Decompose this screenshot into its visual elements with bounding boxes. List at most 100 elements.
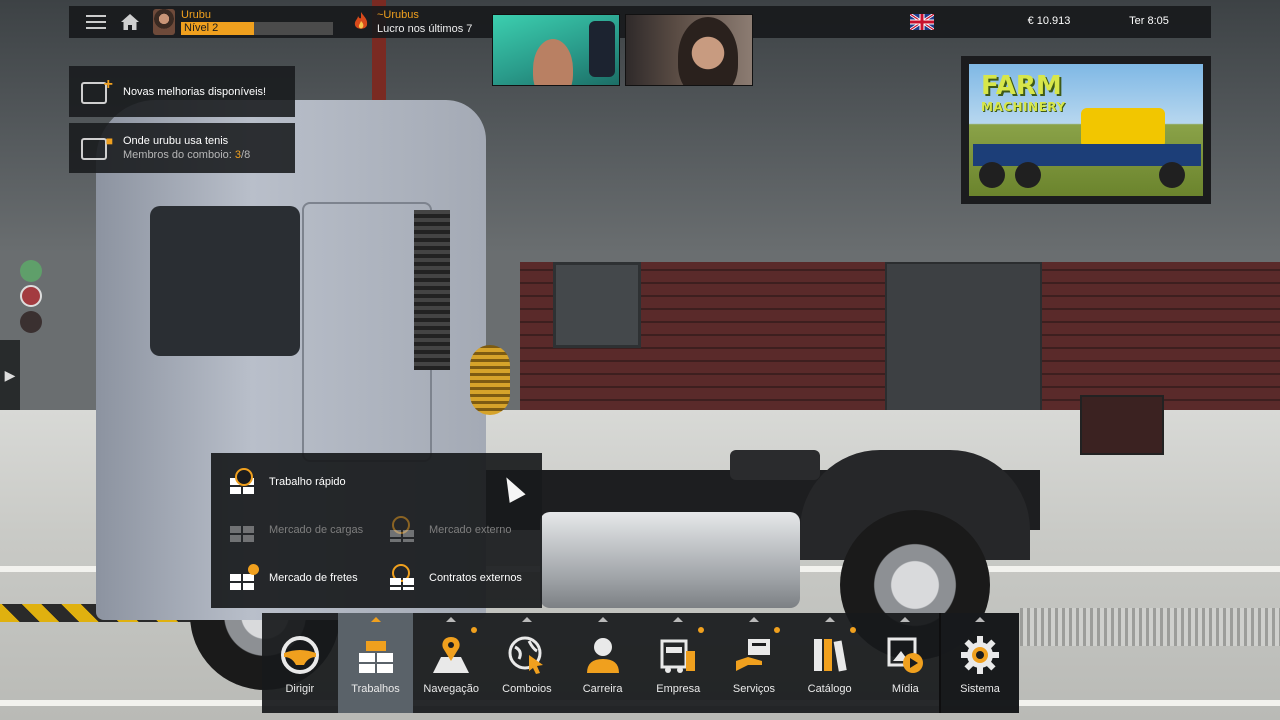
menu-item-servicos[interactable]: Serviços [716, 613, 792, 713]
menu-item-catalogo[interactable]: Catálogo [792, 613, 868, 713]
freight-market-icon [229, 564, 259, 592]
chevron-up-icon [521, 617, 532, 622]
menu-label: Serviços [732, 683, 776, 695]
notification-title: Novas melhorias disponíveis! [123, 85, 267, 98]
truck-window [150, 206, 300, 356]
money-balance: € 10.913 [1027, 15, 1071, 27]
uk-flag-icon[interactable] [910, 14, 934, 30]
media-icon [887, 637, 924, 673]
external-contracts-label: Contratos externos [429, 572, 522, 584]
steering-wheel-icon [280, 636, 319, 674]
player-profile[interactable]: Urubu Nível 2 [153, 9, 333, 35]
air-hose-coil [470, 345, 510, 415]
convoy-info[interactable]: ~Urubus Lucro nos últimos 7 [353, 9, 477, 36]
external-contracts-item[interactable]: Contratos externos [389, 562, 522, 594]
menu-label: Dirigir [285, 683, 315, 695]
brick-wall-right [1042, 262, 1280, 412]
globe-icon [389, 516, 417, 544]
chair [589, 21, 615, 77]
jobs-submenu: Trabalho rápido Mercado de cargas Mercad… [211, 453, 542, 608]
chevron-up-icon [597, 617, 608, 622]
fifth-wheel [730, 450, 820, 480]
dlc-advert[interactable]: FARM MACHINERY [961, 56, 1211, 204]
convoy-members-label: Membros do comboio: [123, 149, 232, 161]
quick-job-item[interactable]: Trabalho rápido [229, 466, 346, 498]
chevron-up-icon [900, 617, 911, 622]
truck-side-grille [414, 210, 450, 370]
home-button[interactable] [113, 6, 147, 38]
convoy-name: ~Urubus [377, 8, 419, 21]
person-icon [586, 638, 619, 673]
menu-label: Carreira [582, 683, 623, 695]
convoy-title: Onde urubu usa tenis [123, 135, 229, 147]
convoy-truck-icon: ■ [81, 134, 113, 162]
service-hand-icon [735, 639, 770, 671]
cargo-market-label: Mercado de cargas [269, 524, 364, 536]
notification-dot [849, 627, 856, 633]
menu-item-trabalhos[interactable]: Trabalhos [337, 613, 414, 713]
menu-label: Comboios [502, 683, 552, 695]
menu-item-carreira[interactable]: Carreira [565, 613, 641, 713]
player-name: Urubu [181, 9, 211, 21]
chevron-up-icon [370, 617, 381, 622]
advert-title: FARM [981, 71, 1062, 101]
company-truck-icon [660, 639, 696, 673]
hamburger-icon [86, 15, 106, 29]
user-avatar-icon[interactable] [20, 285, 42, 307]
menu-item-midia[interactable]: Mídia [868, 613, 944, 713]
avatar [153, 9, 175, 35]
globe-icon [389, 564, 417, 592]
wheel-shape [979, 162, 1005, 188]
menu-label: Trabalhos [351, 683, 400, 695]
cargo-market-item: Mercado de cargas [229, 514, 363, 546]
gear-icon [961, 636, 999, 674]
tool-cart [1080, 395, 1164, 455]
discord-icon[interactable] [20, 260, 42, 282]
user-avatar-icon[interactable] [20, 311, 42, 333]
chevron-up-icon [975, 617, 985, 622]
menu-label: Navegação [423, 683, 480, 695]
upgrades-notification[interactable]: + Novas melhorias disponíveis! [69, 66, 295, 117]
menu-item-dirigir[interactable]: Dirigir [262, 613, 338, 713]
side-panel-toggle[interactable]: ▶ [0, 340, 20, 410]
notification-dot [773, 627, 780, 633]
chevron-up-icon [824, 617, 835, 622]
freight-market-label: Mercado de fretes [269, 572, 358, 584]
cargo-market-icon [229, 516, 257, 544]
fuel-tank [540, 512, 800, 608]
chevron-right-icon: ▶ [4, 366, 16, 383]
menu-item-empresa[interactable]: Empresa [640, 613, 716, 713]
map-pin-icon [433, 637, 470, 673]
cargo-crates-icon [358, 641, 393, 673]
truck-upgrade-icon: + [81, 76, 113, 106]
convoy-members-total: /8 [241, 149, 251, 161]
quick-job-label: Trabalho rápido [269, 476, 346, 488]
streamer-figure [678, 17, 738, 85]
menu-item-navegacao[interactable]: Navegação [413, 613, 489, 713]
flame-icon [354, 12, 368, 29]
menu-label: Mídia [891, 683, 919, 695]
game-time: Ter 8:05 [1129, 15, 1169, 27]
books-icon [813, 639, 847, 672]
webcam-feed-right [625, 14, 753, 86]
menu-label: Empresa [656, 683, 701, 695]
truck-door [302, 202, 432, 462]
convoy-notification[interactable]: ■ Onde urubu usa tenis Membros do comboi… [69, 123, 295, 173]
menu-item-sistema[interactable]: Sistema [941, 613, 1019, 713]
freight-market-item[interactable]: Mercado de fretes [229, 562, 358, 594]
streamer-figure [533, 39, 573, 85]
dlc-advert-image: FARM MACHINERY [969, 64, 1203, 196]
menu-button[interactable] [79, 6, 113, 38]
garage-door [885, 262, 1042, 412]
level-bar: Nível 2 [181, 22, 333, 35]
quick-job-icon [229, 468, 257, 496]
menu-label: Sistema [960, 683, 1000, 695]
home-icon [121, 14, 139, 30]
menu-item-comboios[interactable]: Comboios [489, 613, 565, 713]
chevron-up-icon [446, 617, 457, 622]
external-market-item: Mercado externo [389, 514, 512, 546]
globe-cursor-icon [508, 636, 543, 674]
system-item[interactable]: Sistema [941, 613, 1019, 713]
floor-grate [1020, 608, 1280, 646]
tractor-shape [1081, 108, 1165, 148]
